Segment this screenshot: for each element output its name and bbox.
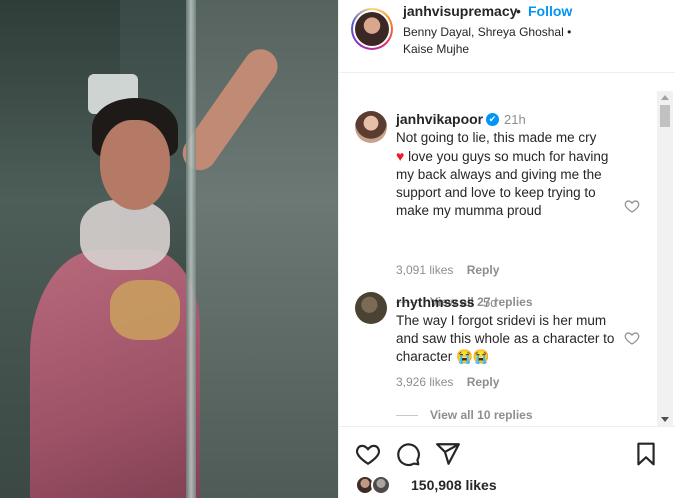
audio-info[interactable]: Benny Dayal, Shreya Ghoshal • Kaise Mujh…: [403, 24, 583, 58]
verified-badge-icon: ✔: [486, 113, 499, 126]
comment-time[interactable]: 5d: [483, 295, 497, 310]
commenter-avatar[interactable]: [355, 292, 387, 324]
heart-icon[interactable]: [355, 441, 381, 467]
author-username[interactable]: janhvisupremacy: [403, 3, 517, 19]
comment-icon[interactable]: [395, 441, 421, 467]
follow-button[interactable]: Follow: [528, 3, 572, 19]
scrollbar-thumb[interactable]: [660, 105, 670, 127]
commenter-avatar[interactable]: [355, 111, 387, 143]
comment-likes-count[interactable]: 3,926 likes: [396, 375, 453, 389]
view-replies-label: View all 10 replies: [430, 408, 533, 422]
replies-divider: [396, 415, 418, 417]
reply-button[interactable]: Reply: [467, 375, 500, 389]
share-icon[interactable]: [435, 441, 461, 467]
comment-text-part: love you guys so much for having my back…: [396, 149, 609, 218]
saree-figure: [30, 250, 200, 498]
header-separator: •: [516, 3, 521, 19]
comments-scrollbar[interactable]: [657, 91, 673, 426]
glass-door-frame: [186, 0, 196, 498]
comments-list: janhvikapoor ✔ 21h Not going to lie, thi…: [339, 74, 657, 426]
scroll-down-arrow-icon[interactable]: [661, 417, 669, 422]
comment-like-heart-icon[interactable]: [624, 198, 640, 214]
comment-likes-count[interactable]: 3,091 likes: [396, 263, 453, 277]
reply-button[interactable]: Reply: [467, 263, 500, 277]
bookmark-icon[interactable]: [633, 441, 659, 467]
comment-meta: 3,926 likes Reply: [396, 375, 499, 389]
commenter-username[interactable]: janhvikapoor: [396, 111, 483, 127]
post-actions-bar: 150,908 likes: [339, 426, 675, 498]
comment-time[interactable]: 21h: [504, 112, 526, 127]
post-side-panel: janhvisupremacy • Follow Benny Dayal, Sh…: [338, 0, 675, 498]
commenter-username[interactable]: rhythmssss: [396, 294, 475, 310]
red-heart-emoji-icon: ♥: [396, 148, 405, 164]
comment-text: The way I forgot sridevi is her mum and …: [396, 313, 615, 364]
comment-text: Not going to lie, this made me cry ♥ lov…: [396, 129, 626, 220]
author-avatar[interactable]: [351, 8, 393, 50]
post-header: janhvisupremacy • Follow Benny Dayal, Sh…: [339, 0, 675, 73]
comment-text-part: Not going to lie, this made me cry: [396, 130, 597, 145]
blouse-sleeve: [110, 280, 180, 340]
scroll-up-arrow-icon[interactable]: [661, 95, 669, 100]
face: [100, 120, 170, 210]
view-replies-button[interactable]: View all 10 replies: [396, 408, 533, 422]
comment-meta: 3,091 likes Reply: [396, 263, 499, 277]
shawl: [80, 200, 170, 270]
liker-avatar[interactable]: [371, 475, 391, 495]
comment-like-heart-icon[interactable]: [624, 330, 640, 346]
likes-count[interactable]: 150,908 likes: [411, 477, 497, 493]
post-media[interactable]: [0, 0, 338, 498]
